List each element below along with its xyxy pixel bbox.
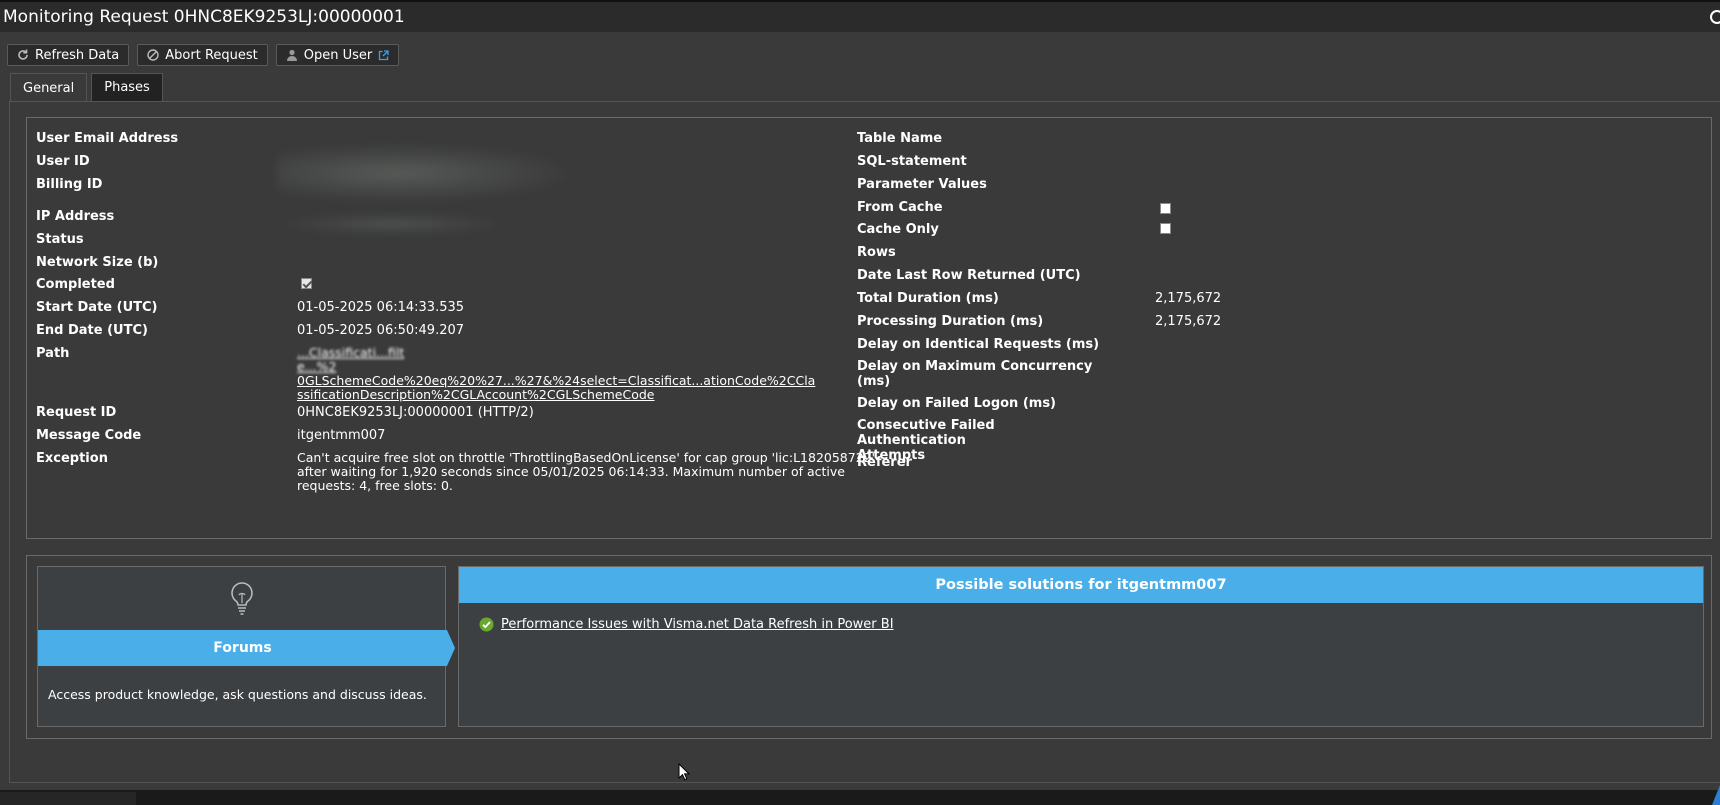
sql-statement-label: SQL-statement <box>857 154 967 169</box>
open-user-button[interactable]: Open User <box>275 44 400 66</box>
exception-line-1: Can't acquire free slot on throttle 'Thr… <box>297 450 876 465</box>
mouse-cursor-icon <box>678 763 690 781</box>
path-line-2: e...%2 <box>297 359 337 374</box>
path-value[interactable]: ...Classificati...filt e...%2 0GLSchemeC… <box>297 345 816 402</box>
network-size-label: Network Size (b) <box>36 255 159 270</box>
external-link-icon <box>379 49 389 60</box>
ip-address-label: IP Address <box>36 209 115 224</box>
abort-icon <box>147 49 159 61</box>
check-circle-icon <box>479 617 494 632</box>
request-details-panel: User Email Address User ID Billing ID IP… <box>26 117 1712 539</box>
end-date-value: 01-05-2025 06:50:49.207 <box>297 323 465 338</box>
path-line-3: 0GLSchemeCode%20eq%20%27...%27&%24select… <box>297 373 816 388</box>
total-duration-label: Total Duration (ms) <box>857 291 999 306</box>
rows-label: Rows <box>857 245 896 260</box>
exception-value: Can't acquire free slot on throttle 'Thr… <box>297 450 876 493</box>
monitoring-request-window: Monitoring Request 0HNC8EK9253LJ:0000000… <box>0 0 1720 790</box>
refresh-data-button[interactable]: Refresh Data <box>7 44 130 66</box>
possible-solutions-panel: Possible solutions for itgentmm007 Perfo… <box>458 566 1704 727</box>
processing-duration-value: 2,175,672 <box>1155 314 1222 329</box>
redacted-user-info <box>277 143 577 203</box>
parameter-values-label: Parameter Values <box>857 177 987 192</box>
consecutive-failed-line-1: Consecutive Failed Authentication <box>857 418 995 448</box>
completed-label: Completed <box>36 277 115 292</box>
delay-max-concurrency-line-1: Delay on Maximum Concurrency <box>857 359 1093 374</box>
message-code-value: itgentmm007 <box>297 428 386 443</box>
help-panel: Forums Access product knowledge, ask que… <box>26 555 1712 739</box>
date-last-row-label: Date Last Row Returned (UTC) <box>857 268 1081 283</box>
start-date-label: Start Date (UTC) <box>36 300 158 315</box>
user-id-label: User ID <box>36 154 90 169</box>
exception-line-2: after waiting for 1,920 seconds since 05… <box>297 464 845 479</box>
delay-max-concurrency-label: Delay on Maximum Concurrency (ms) <box>857 359 1107 389</box>
processing-duration-label: Processing Duration (ms) <box>857 314 1044 329</box>
status-bar <box>0 790 1720 805</box>
path-line-1: ...Classificati...filt <box>297 345 405 360</box>
referer-label: Referer <box>857 455 912 470</box>
lightbulb-icon <box>231 582 253 615</box>
message-code-label: Message Code <box>36 428 142 443</box>
close-icon[interactable] <box>1710 10 1720 24</box>
refresh-icon <box>18 49 28 60</box>
forums-title: Forums <box>38 630 455 666</box>
from-cache-checkbox[interactable] <box>1160 203 1171 214</box>
user-icon <box>286 49 297 61</box>
status-bar-segment <box>0 792 136 805</box>
exception-line-3: requests: 4, free slots: 0. <box>297 478 453 493</box>
total-duration-value: 2,175,672 <box>1155 291 1222 306</box>
start-date-value: 01-05-2025 06:14:33.535 <box>297 300 465 315</box>
status-label: Status <box>36 232 84 247</box>
from-cache-label: From Cache <box>857 200 943 215</box>
exception-label: Exception <box>36 451 108 466</box>
billing-id-label: Billing ID <box>36 177 103 192</box>
request-id-label: Request ID <box>36 405 117 420</box>
table-name-label: Table Name <box>857 131 943 146</box>
redacted-ip <box>277 213 507 235</box>
tab-bar: General Phases <box>10 73 163 102</box>
cache-only-checkbox[interactable] <box>1160 223 1171 234</box>
toolbar: Refresh Data Abort Request Open User <box>7 44 400 66</box>
solutions-header: Possible solutions for itgentmm007 <box>459 567 1703 603</box>
tab-general[interactable]: General <box>10 73 88 102</box>
cache-only-label: Cache Only <box>857 222 939 237</box>
forums-card[interactable]: Forums Access product knowledge, ask que… <box>37 566 455 727</box>
corner-accent <box>1712 785 1720 805</box>
refresh-data-label: Refresh Data <box>35 47 120 63</box>
abort-request-label: Abort Request <box>165 47 258 63</box>
delay-identical-label: Delay on Identical Requests (ms) <box>857 337 1100 352</box>
path-line-4: ssificationDescription%2CGLAccount%2CGLS… <box>297 387 655 402</box>
open-user-label: Open User <box>303 47 373 63</box>
end-date-label: End Date (UTC) <box>36 323 148 338</box>
abort-request-button[interactable]: Abort Request <box>137 44 268 66</box>
request-id-value: 0HNC8EK9253LJ:00000001 (HTTP/2) <box>297 405 534 420</box>
tab-phases[interactable]: Phases <box>91 73 163 101</box>
solution-link[interactable]: Performance Issues with Visma.net Data R… <box>501 617 894 632</box>
path-label: Path <box>36 346 70 361</box>
forums-description: Access product knowledge, ask questions … <box>48 687 427 702</box>
window-title: Monitoring Request 0HNC8EK9253LJ:0000000… <box>3 7 405 27</box>
solution-item[interactable]: Performance Issues with Visma.net Data R… <box>479 617 894 632</box>
completed-checkbox[interactable] <box>301 278 312 289</box>
title-bar: Monitoring Request 0HNC8EK9253LJ:0000000… <box>0 0 1720 32</box>
delay-failed-logon-label: Delay on Failed Logon (ms) <box>857 396 1056 411</box>
user-email-label: User Email Address <box>36 131 179 146</box>
delay-max-concurrency-line-2: (ms) <box>857 374 891 389</box>
tab-content-general: User Email Address User ID Billing ID IP… <box>9 101 1720 783</box>
